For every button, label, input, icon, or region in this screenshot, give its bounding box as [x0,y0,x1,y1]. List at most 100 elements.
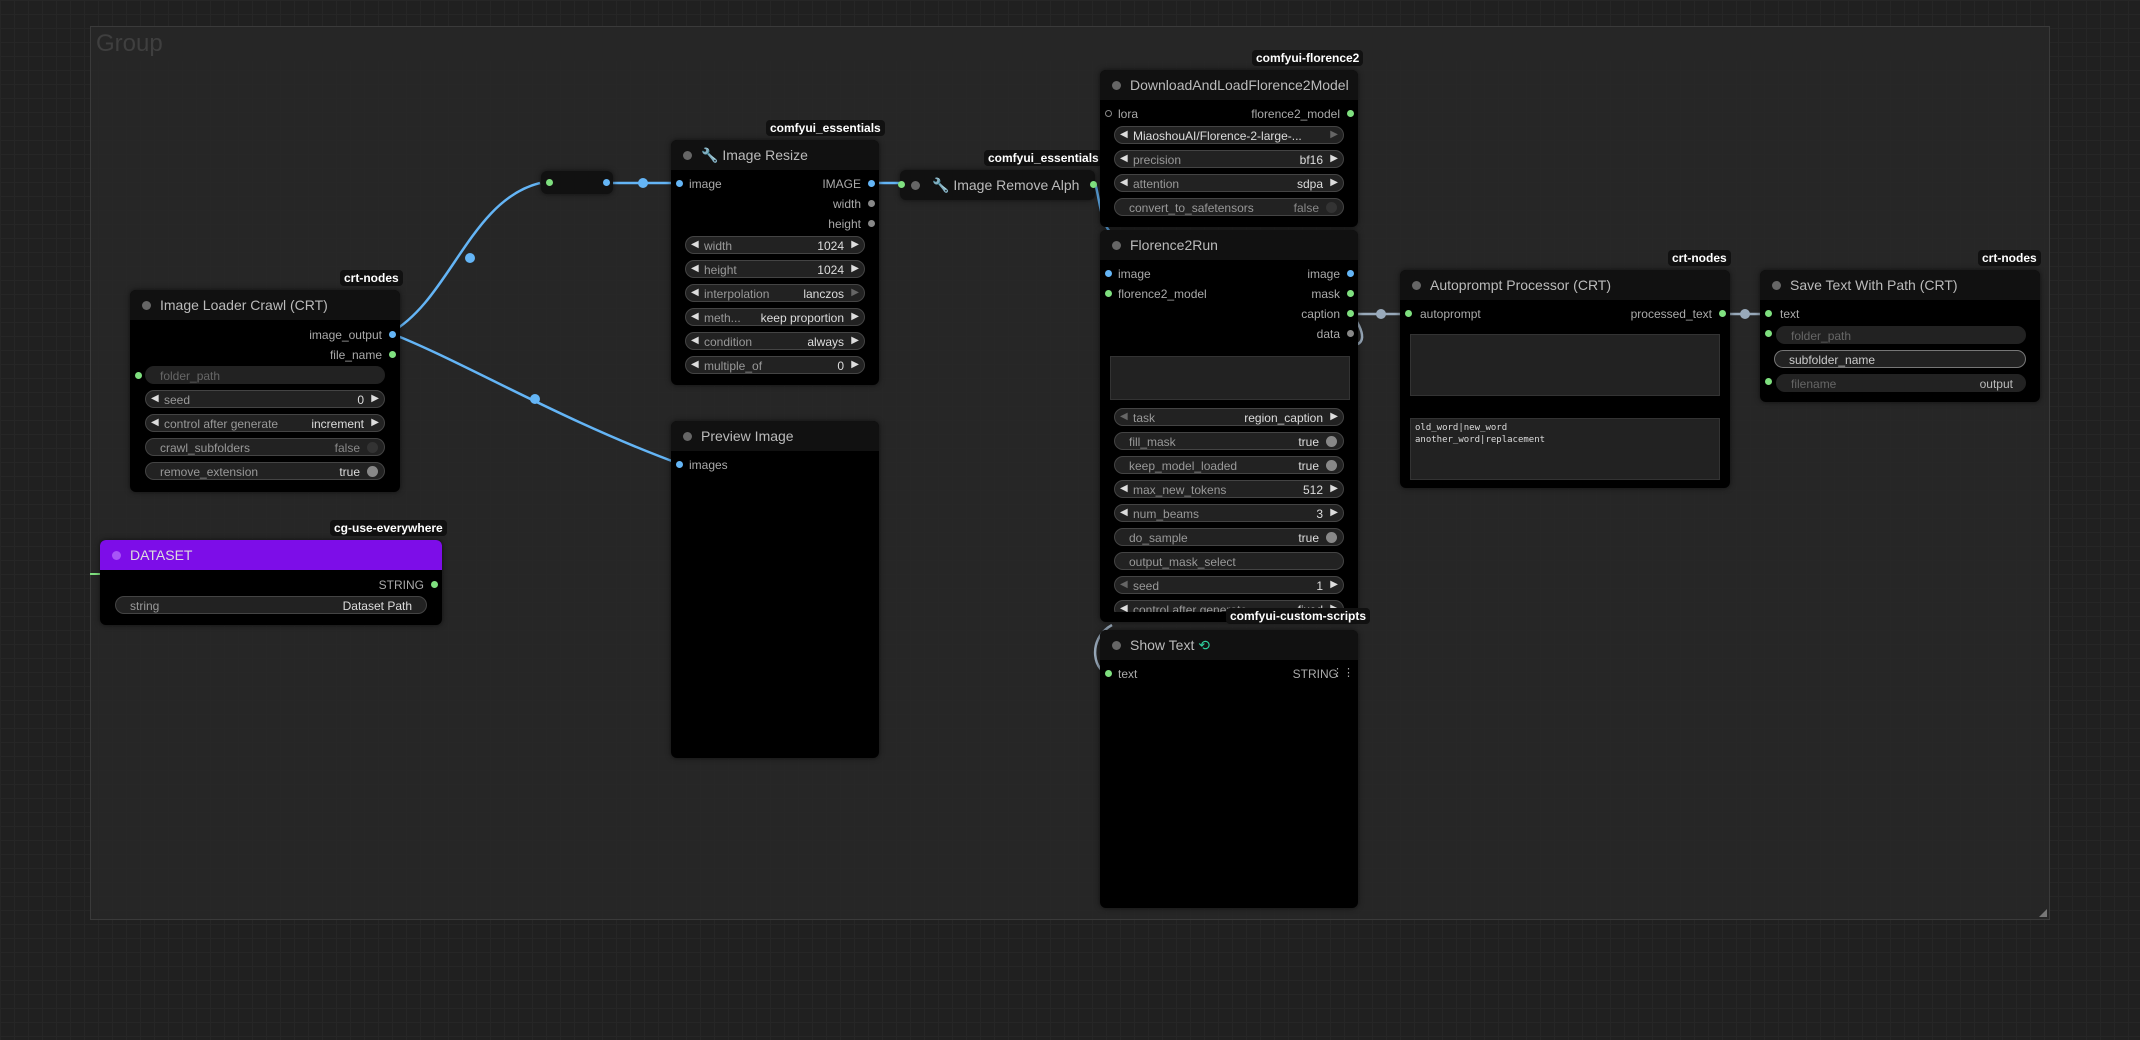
height-output-dot[interactable] [868,220,875,227]
folder-path-input[interactable]: folder_path [145,366,385,384]
fill-mask-toggle[interactable]: fill_mask true [1114,432,1344,450]
reroute-output-dot[interactable] [603,179,610,186]
prev-arrow[interactable]: ◀ [1120,603,1128,612]
florence2-model-input-dot[interactable] [1105,290,1112,297]
save-text-node[interactable]: Save Text With Path (CRT) text folder_pa… [1760,270,2040,402]
image-output-dot[interactable] [389,331,396,338]
image-remove-alpha-node[interactable]: 🔧 Image Remove Alph [898,170,1097,200]
increment-arrow[interactable]: ▶ [371,393,379,404]
node-title-bar[interactable]: Florence2Run [1100,230,1358,260]
decrement-arrow[interactable]: ◀ [151,393,159,404]
node-title-bar[interactable]: DownloadAndLoadFlorence2Model [1100,70,1358,100]
condition-widget[interactable]: ◀ condition always ▶ [685,332,865,350]
node-title-bar[interactable]: Image Loader Crawl (CRT) [130,290,400,320]
input-dot[interactable] [898,181,905,188]
autoprompt-input-dot[interactable] [1405,310,1412,317]
height-widget[interactable]: ◀ height 1024 ▶ [685,260,865,278]
processed-text-output-dot[interactable] [1719,310,1726,317]
keep-model-loaded-toggle[interactable]: keep_model_loaded true [1114,456,1344,474]
node-title-bar[interactable]: DATASET [100,540,442,570]
next-arrow[interactable]: ▶ [851,311,859,322]
prev-arrow[interactable]: ◀ [1120,411,1128,422]
prev-arrow[interactable]: ◀ [1120,153,1128,164]
florence2-run-node[interactable]: Florence2Run image florence2_model image… [1100,230,1358,622]
download-florence2-node[interactable]: DownloadAndLoadFlorence2Model lora flore… [1100,70,1358,227]
text-input-area[interactable] [1110,356,1350,400]
folder-path-input-dot[interactable] [135,372,142,379]
prev-arrow[interactable]: ◀ [1120,129,1128,140]
node-title-bar[interactable]: 🔧 Image Resize [671,140,879,170]
collapse-dot[interactable] [142,301,151,310]
interpolation-widget[interactable]: ◀ interpolation lanczos ▶ [685,284,865,302]
florence2-model-output-dot[interactable] [1347,110,1354,117]
text-input-dot[interactable] [1105,670,1112,677]
increment-arrow[interactable]: ▶ [1330,507,1338,518]
image-input-dot[interactable] [676,180,683,187]
seed-widget[interactable]: ◀ seed 1 ▶ [1114,576,1344,594]
image-output-dot[interactable] [868,180,875,187]
increment-arrow[interactable]: ▶ [851,359,859,370]
decrement-arrow[interactable]: ◀ [1120,483,1128,494]
node-title-bar[interactable]: Preview Image [671,421,879,451]
attention-widget[interactable]: ◀ attention sdpa ▶ [1114,174,1344,192]
file-name-dot[interactable] [389,351,396,358]
next-arrow[interactable]: ▶ [851,287,859,298]
reroute-input-dot[interactable] [546,179,553,186]
remove-extension-toggle[interactable]: remove_extension true [145,462,385,480]
output-dot[interactable] [1090,181,1097,188]
collapse-dot[interactable] [1112,81,1121,90]
collapse-dot[interactable] [1772,281,1781,290]
show-text-node[interactable]: Show Text ⟲ text STRING ⋮⋮ [1100,630,1358,908]
folder-path-input[interactable]: folder_path [1776,326,2026,344]
subfolder-name-input[interactable]: subfolder_name [1774,350,2026,368]
collapse-dot[interactable] [683,151,692,160]
images-input-dot[interactable] [676,461,683,468]
next-arrow[interactable]: ▶ [1330,411,1338,422]
collapse-dot[interactable] [683,432,692,441]
next-arrow[interactable]: ▶ [1330,177,1338,188]
decrement-arrow[interactable]: ◀ [691,263,699,274]
model-select-widget[interactable]: ◀ MiaoshouAI/Florence-2-large-... ▶ [1114,126,1344,144]
num-beams-widget[interactable]: ◀ num_beams 3 ▶ [1114,504,1344,522]
seed-widget[interactable]: ◀ seed 0 ▶ [145,390,385,408]
decrement-arrow[interactable]: ◀ [1120,579,1128,590]
increment-arrow[interactable]: ▶ [1330,579,1338,590]
increment-arrow[interactable]: ▶ [851,263,859,274]
folder-path-input-dot[interactable] [1765,330,1772,337]
prev-arrow[interactable]: ◀ [151,417,159,428]
autoprompt-text-area[interactable] [1410,334,1720,396]
crawl-subfolders-toggle[interactable]: crawl_subfolders false [145,438,385,456]
collapse-dot[interactable] [1412,281,1421,290]
width-output-dot[interactable] [868,200,875,207]
decrement-arrow[interactable]: ◀ [1120,507,1128,518]
next-arrow[interactable]: ▶ [371,417,379,428]
prev-arrow[interactable]: ◀ [691,311,699,322]
collapse-dot[interactable] [1112,641,1121,650]
string-output-dot[interactable] [431,581,438,588]
image-loader-crawl-node[interactable]: Image Loader Crawl (CRT) image_output fi… [130,290,400,492]
next-arrow[interactable]: ▶ [851,335,859,346]
prev-arrow[interactable]: ◀ [691,335,699,346]
text-input-dot[interactable] [1765,310,1772,317]
increment-arrow[interactable]: ▶ [1330,483,1338,494]
reroute-node[interactable] [541,171,613,194]
autoprompt-processor-node[interactable]: Autoprompt Processor (CRT) autoprompt pr… [1400,270,1730,488]
collapse-dot[interactable] [911,181,920,190]
next-arrow[interactable]: ▶ [1330,153,1338,164]
next-arrow[interactable]: ▶ [1330,129,1338,140]
caption-output-dot[interactable] [1347,310,1354,317]
control-after-generate-widget[interactable]: ◀ control after generate increment ▶ [145,414,385,432]
do-sample-toggle[interactable]: do_sample true [1114,528,1344,546]
image-resize-node[interactable]: 🔧 Image Resize image IMAGE width height … [671,140,879,385]
lora-input-dot[interactable] [1105,110,1112,117]
mask-output-dot[interactable] [1347,290,1354,297]
filename-input[interactable]: filename output [1776,374,2026,392]
convert-to-safetensors-toggle[interactable]: convert_to_safetensors false [1114,198,1344,216]
method-widget[interactable]: ◀ meth... keep proportion ▶ [685,308,865,326]
task-widget[interactable]: ◀ task region_caption ▶ [1114,408,1344,426]
node-title-bar[interactable]: Save Text With Path (CRT) [1760,270,2040,300]
list-output-icon[interactable]: ⋮⋮ [1332,666,1354,679]
filename-input-dot[interactable] [1765,378,1772,385]
node-title-bar[interactable]: Show Text ⟲ [1100,630,1358,660]
max-new-tokens-widget[interactable]: ◀ max_new_tokens 512 ▶ [1114,480,1344,498]
